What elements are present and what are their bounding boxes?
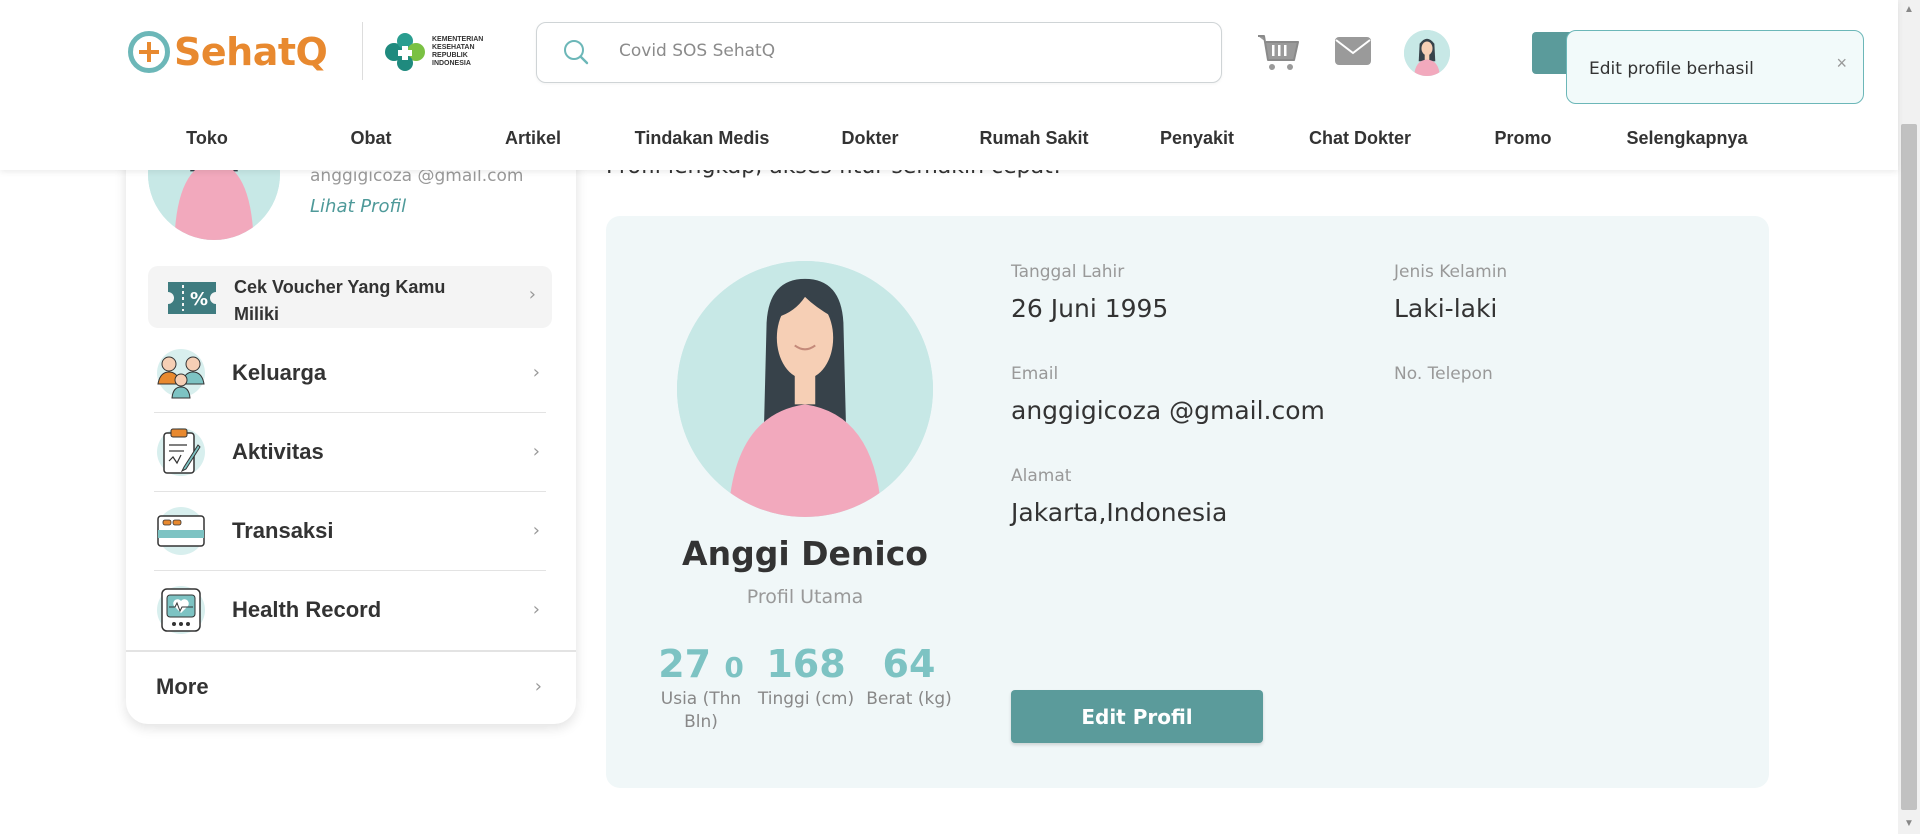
email-label: Email bbox=[1011, 364, 1059, 384]
voucher-button[interactable]: % Cek Voucher Yang Kamu Miliki › bbox=[148, 266, 552, 328]
chevron-right-icon: › bbox=[528, 284, 536, 305]
user-avatar-icon bbox=[677, 261, 933, 517]
chevron-right-icon: › bbox=[532, 520, 540, 541]
more-label: More bbox=[156, 674, 209, 699]
sidebar-item-label: Aktivitas bbox=[232, 439, 324, 464]
kemenkes-text: KEMENTERIAN KESEHATAN REPUBLIK INDONESIA bbox=[432, 36, 484, 67]
svg-text:%: % bbox=[190, 289, 208, 310]
sidebar-item-aktivitas[interactable]: Aktivitas › bbox=[154, 413, 546, 492]
profile-sidebar: anggigicoza @gmail.com Lihat Profil % Ce… bbox=[126, 100, 576, 724]
voucher-icon: % bbox=[168, 282, 216, 314]
search-icon bbox=[564, 40, 589, 65]
profile-card: Anggi Denico Profil Utama 27 0 Usia (Thn… bbox=[606, 216, 1769, 788]
nav-item-toko[interactable]: Toko bbox=[186, 128, 228, 149]
gender-label: Jenis Kelamin bbox=[1394, 262, 1508, 282]
sehatq-logo[interactable]: SehatQ bbox=[128, 30, 328, 74]
family-icon bbox=[157, 349, 205, 399]
stat-value: 27 0 bbox=[658, 642, 744, 686]
scrollbar-thumb[interactable] bbox=[1901, 124, 1917, 810]
birth-date-label: Tanggal Lahir bbox=[1011, 262, 1125, 282]
clipboard-icon bbox=[157, 428, 205, 476]
cart-icon[interactable] bbox=[1256, 30, 1300, 74]
scroll-down-icon[interactable]: ▼ bbox=[1898, 814, 1920, 834]
scroll-up-icon[interactable]: ▲ bbox=[1898, 0, 1920, 20]
chevron-right-icon: › bbox=[534, 676, 542, 697]
main-nav: Toko Obat Artikel Tindakan Medis Dokter … bbox=[130, 128, 1780, 156]
view-profile-link[interactable]: Lihat Profil bbox=[310, 196, 406, 217]
sidebar-item-label: Keluarga bbox=[232, 360, 327, 385]
page-scrollbar[interactable]: ▲ ▼ bbox=[1898, 0, 1920, 834]
edit-profile-button[interactable]: Edit Profil bbox=[1011, 690, 1263, 743]
voucher-label: Cek Voucher Yang Kamu Miliki bbox=[234, 277, 446, 324]
more-button[interactable]: More › bbox=[126, 650, 576, 724]
chevron-right-icon: › bbox=[532, 599, 540, 620]
card-icon bbox=[157, 507, 205, 555]
email-value: anggigicoza @gmail.com bbox=[1011, 396, 1325, 425]
brand-name: SehatQ bbox=[174, 30, 328, 74]
stat-label: Berat (kg) bbox=[866, 689, 952, 709]
profile-avatar bbox=[677, 261, 933, 517]
header-divider bbox=[362, 22, 363, 80]
health-monitor-icon bbox=[157, 586, 205, 634]
close-icon[interactable]: × bbox=[1836, 53, 1847, 74]
stat-value: 168 bbox=[766, 642, 846, 686]
success-toast: Edit profile berhasil × bbox=[1566, 30, 1864, 104]
chevron-right-icon: › bbox=[532, 362, 540, 383]
sidebar-item-keluarga[interactable]: Keluarga › bbox=[154, 334, 546, 413]
nav-item-artikel[interactable]: Artikel bbox=[505, 128, 561, 149]
toast-message: Edit profile berhasil bbox=[1589, 59, 1754, 79]
birth-date-value: 26 Juni 1995 bbox=[1011, 294, 1169, 323]
phone-label: No. Telepon bbox=[1394, 364, 1493, 384]
profile-subtitle: Profil Utama bbox=[746, 586, 864, 608]
nav-item-promo[interactable]: Promo bbox=[1494, 128, 1551, 149]
sidebar-item-transaksi[interactable]: Transaksi › bbox=[154, 492, 546, 571]
stat-label: Tinggi (cm) bbox=[757, 689, 855, 709]
user-avatar-icon bbox=[1404, 30, 1450, 76]
stat-value: 64 bbox=[882, 642, 936, 686]
kemenkes-logo: KEMENTERIAN KESEHATAN REPUBLIK INDONESIA bbox=[384, 32, 492, 72]
sidebar-item-health-record[interactable]: Health Record › bbox=[154, 571, 546, 650]
nav-item-obat[interactable]: Obat bbox=[350, 128, 391, 149]
chevron-right-icon: › bbox=[532, 441, 540, 462]
address-label: Alamat bbox=[1011, 466, 1072, 486]
stat-label: Usia (Thn Bln) bbox=[660, 689, 742, 732]
stat-height: 168 Tinggi (cm) bbox=[754, 642, 858, 711]
search-box[interactable] bbox=[536, 22, 1222, 83]
nav-item-rumah-sakit[interactable]: Rumah Sakit bbox=[979, 128, 1088, 149]
sidebar-item-label: Transaksi bbox=[232, 518, 334, 543]
search-input[interactable] bbox=[619, 41, 1179, 61]
nav-item-chat-dokter[interactable]: Chat Dokter bbox=[1309, 128, 1411, 149]
nav-item-penyakit[interactable]: Penyakit bbox=[1160, 128, 1234, 149]
sehatq-logo-icon bbox=[128, 31, 170, 73]
stat-weight: 64 Berat (kg) bbox=[860, 642, 958, 711]
kemenkes-logo-icon bbox=[385, 33, 425, 71]
sidebar-item-label: Health Record bbox=[232, 597, 382, 622]
nav-item-tindakan-medis[interactable]: Tindakan Medis bbox=[635, 128, 770, 149]
stat-age: 27 0 Usia (Thn Bln) bbox=[654, 642, 748, 734]
address-value: Jakarta,Indonesia bbox=[1011, 498, 1228, 527]
nav-item-selengkapnya[interactable]: Selengkapnya bbox=[1626, 128, 1747, 149]
avatar[interactable] bbox=[1404, 30, 1450, 76]
profile-name: Anggi Denico bbox=[682, 534, 928, 573]
gender-value: Laki-laki bbox=[1394, 294, 1498, 323]
mail-icon[interactable] bbox=[1334, 34, 1372, 68]
nav-item-dokter[interactable]: Dokter bbox=[841, 128, 898, 149]
